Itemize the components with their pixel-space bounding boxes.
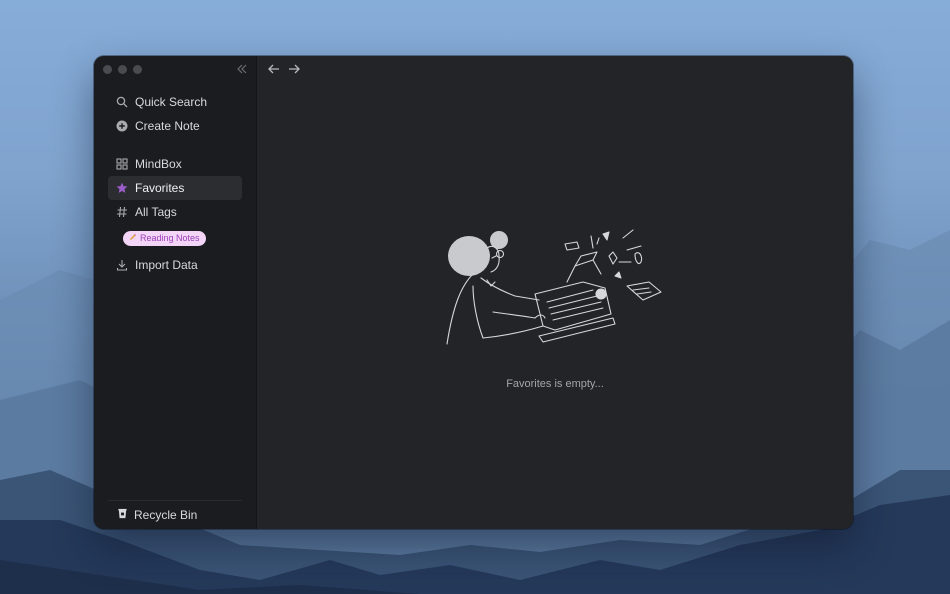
star-icon xyxy=(116,182,128,194)
sidebar-item-favorites[interactable]: Favorites xyxy=(108,176,242,200)
collapse-sidebar-icon[interactable] xyxy=(235,62,249,76)
sidebar-item-label: Import Data xyxy=(135,258,198,272)
plus-circle-icon xyxy=(116,120,128,132)
sidebar-nav: Quick Search Create Note MindBox Favorit xyxy=(108,90,242,277)
minimize-window-button[interactable] xyxy=(118,65,127,74)
sidebar-item-label: Create Note xyxy=(135,119,200,133)
sidebar-item-label: Favorites xyxy=(135,181,185,195)
empty-state-message: Favorites is empty... xyxy=(506,378,604,390)
sidebar-item-label: MindBox xyxy=(135,157,182,171)
zoom-window-button[interactable] xyxy=(133,65,142,74)
sidebar-item-quick-search[interactable]: Quick Search xyxy=(108,90,242,114)
hash-icon xyxy=(116,206,128,218)
sidebar-item-recycle-bin[interactable]: Recycle Bin xyxy=(108,500,242,529)
sidebar-item-mindbox[interactable]: MindBox xyxy=(108,152,242,176)
trash-icon xyxy=(117,508,128,522)
tag-label: Reading Notes xyxy=(140,233,200,243)
navigation-toolbar xyxy=(267,62,301,76)
tag-reading-notes[interactable]: Reading Notes xyxy=(123,231,206,246)
grid-icon xyxy=(116,158,128,170)
forward-arrow-icon[interactable] xyxy=(287,62,301,76)
empty-state-illustration xyxy=(443,226,669,350)
sidebar-item-create-note[interactable]: Create Note xyxy=(108,114,242,138)
download-icon xyxy=(116,259,128,271)
sidebar-item-all-tags[interactable]: All Tags xyxy=(108,200,242,224)
sidebar-item-label: Quick Search xyxy=(135,95,208,109)
sidebar-item-label: All Tags xyxy=(135,205,177,219)
recycle-bin-label: Recycle Bin xyxy=(134,508,198,522)
window-controls xyxy=(103,65,142,74)
search-icon xyxy=(116,96,128,108)
pencil-icon xyxy=(129,233,137,244)
back-arrow-icon[interactable] xyxy=(267,62,281,76)
close-window-button[interactable] xyxy=(103,65,112,74)
app-window: Quick Search Create Note MindBox Favorit xyxy=(94,56,853,529)
sidebar-item-import-data[interactable]: Import Data xyxy=(108,253,242,277)
sidebar: Quick Search Create Note MindBox Favorit xyxy=(94,56,257,529)
main-content: Favorites is empty... xyxy=(257,56,853,529)
